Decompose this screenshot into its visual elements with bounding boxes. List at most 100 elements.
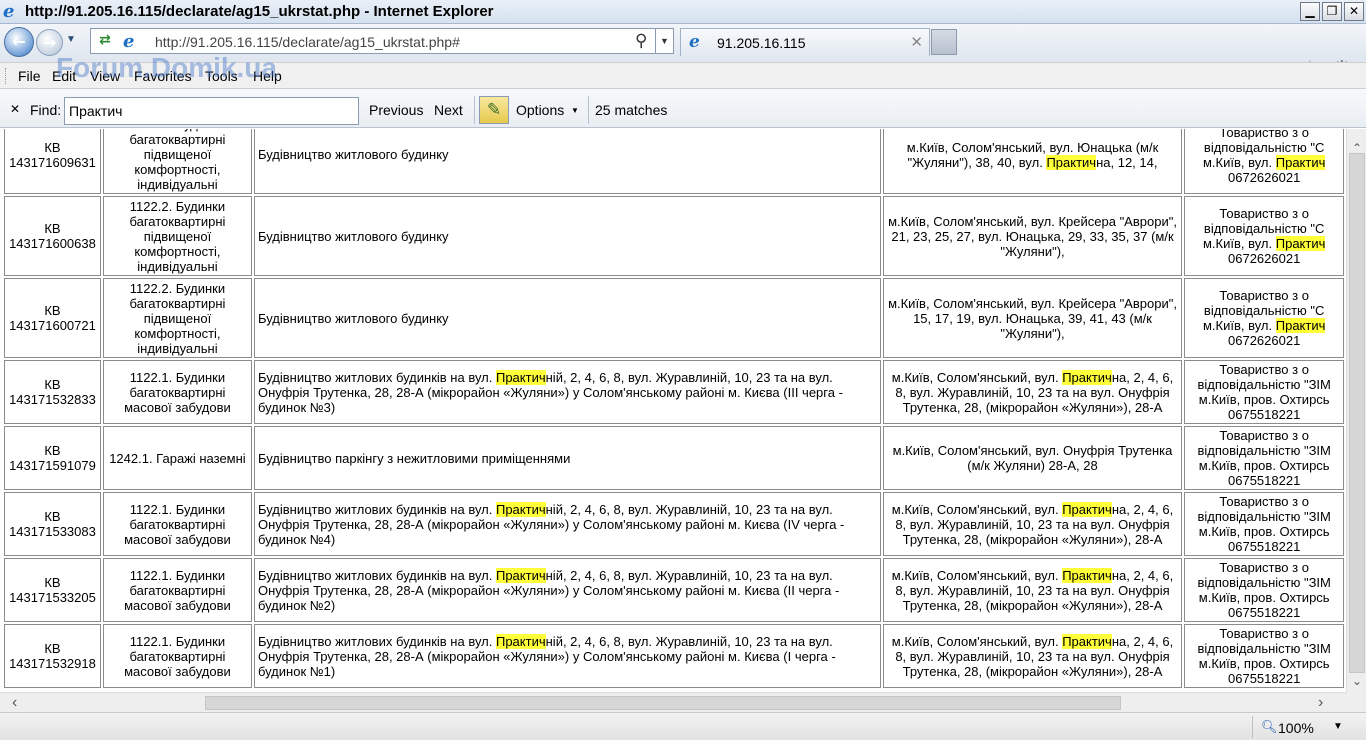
code-cell: КВ 143171532833 [4,360,101,424]
cell-text: Товариство з о [1219,129,1309,140]
cell-text: м.Київ, Солом'янський, вул. [891,633,1063,649]
search-match-highlight: Практич [1275,154,1326,170]
menu-help[interactable]: Help [253,68,282,84]
code-cell: КВ 143171532918 [4,624,101,688]
cell-text: відповідальністю "ЗІМ [1197,575,1331,590]
cell-text: м.Київ, Солом'янський, вул. Крейсера "Ав… [888,295,1177,341]
divider [588,96,589,124]
category-cell: 1122.2. Будинкибагатоквартирніпідвищеної… [102,129,252,194]
category-cell: 1242.1. Гаражі наземні [102,426,252,490]
zoom-control[interactable]: 🔍︎ 100% ▼ [1252,716,1350,738]
back-button[interactable]: ← [4,27,34,57]
cell-line: 143171591079 [9,458,96,473]
window-controls: ▁ ❐ ✕ [1300,2,1364,21]
forward-button[interactable]: → [36,29,63,56]
cell-text: м.Київ, пров. Охтирсь [1198,590,1330,605]
find-label: Find: [30,102,62,118]
search-match-highlight: Практич [495,369,546,385]
cell-line: 143171609631 [9,154,96,170]
vertical-scrollbar[interactable]: ⌃ ⌄ [1346,129,1366,692]
browser-tab[interactable]: e 91.205.16.115 ✕ [680,28,930,56]
owner-cell: Товариство з о відповідальністю "ЗІМ м.Киї… [1184,360,1344,424]
cell-text: Товариство з о [1219,428,1309,443]
cell-text: м.Київ, вул. [1202,318,1276,333]
address-bar[interactable]: ⇄ e http://91.205.16.115/declarate/ag15_… [90,28,674,54]
menu-favorites[interactable]: Favorites [134,68,192,84]
cell-line: 143171600638 [9,236,96,251]
tab-ie-icon: e [689,32,700,52]
cell-text: відповідальністю "ЗІМ [1197,377,1331,392]
address-url[interactable]: http://91.205.16.115/declarate/ag15_ukrs… [155,34,460,50]
new-tab-button[interactable] [931,29,957,55]
zoom-level[interactable]: 100% [1278,720,1314,736]
address-cell: м.Київ, Солом'янський, вул. Крейсера "Ав… [882,278,1183,358]
find-previous-button[interactable]: Previous [369,102,423,118]
find-options-button[interactable]: Options [516,102,564,118]
cell-text: Будівництво житлового будинку [257,228,449,244]
table-row: КВ 143171591079 1242.1. Гаражі наземні Буді… [4,426,1344,490]
find-input[interactable] [64,97,359,125]
owner-cell: Товариство з о відповідальністю "С м.Київ,… [1184,129,1344,194]
cell-text: 0675518221 [1228,671,1301,686]
close-button[interactable]: ✕ [1344,2,1364,21]
description-cell: Будівництво житлових будинків на вул. Пр… [253,624,881,688]
cell-line: масової забудови [124,597,231,613]
horizontal-scrollbar[interactable]: ‹ › [0,692,1346,712]
cell-text: Товариство з о [1219,362,1309,377]
tab-title[interactable]: 91.205.16.115 [717,35,806,51]
menu-view[interactable]: View [90,68,120,84]
highlight-matches-icon[interactable]: ✎ [479,96,509,124]
scroll-right-icon[interactable]: › [1318,694,1323,712]
zoom-dropdown-icon[interactable]: ▼ [1333,721,1343,732]
cell-line: підвищеної [143,228,212,244]
owner-cell: Товариство з о відповідальністю "С м.Київ,… [1184,278,1344,358]
scroll-left-icon[interactable]: ‹ [12,694,17,712]
cell-line: 1122.1. Будинки [129,633,226,649]
find-next-button[interactable]: Next [434,102,463,118]
cell-line: 1122.2. Будинки [129,198,226,214]
table-row: КВ 143171532833 1122.1. Будинки багатокварт… [4,360,1344,424]
cell-line: індивідуальні [137,177,218,192]
find-close-icon[interactable]: ✕ [10,102,20,116]
cell-line: індивідуальні [137,340,218,356]
owner-cell: Товариство з о відповідальністю "ЗІМ м.Киї… [1184,492,1344,556]
cell-line: КВ [44,641,61,656]
description-cell: Будівництво паркінгу з нежитловими примі… [253,426,881,490]
horizontal-scroll-thumb[interactable] [205,696,1121,710]
cell-line: масової забудови [124,531,231,547]
cell-text: 0675518221 [1228,407,1301,422]
menu-tools[interactable]: Tools [205,68,238,84]
cell-text: відповідальністю "ЗІМ [1197,509,1331,524]
cell-text: відповідальністю "С [1203,221,1325,236]
table-row: КВ 143171533083 1122.1. Будинки багатокварт… [4,492,1344,556]
options-dropdown-icon[interactable]: ▼ [571,106,579,115]
tab-close-icon[interactable]: ✕ [910,33,923,51]
search-match-highlight: Практич [1062,501,1112,517]
cell-text: Товариство з о [1219,560,1309,575]
address-cell: м.Київ, Солом'янський, вул. Практична, 2… [882,624,1183,688]
recent-pages-dropdown-icon[interactable]: ▼ [66,34,76,45]
code-cell: КВ 143171600721 [4,278,101,358]
compatibility-refresh-icon[interactable]: ⇄ [95,32,115,50]
cell-line: підвищеної [143,147,212,162]
minimize-button[interactable]: ▁ [1300,2,1320,21]
scroll-down-icon[interactable]: ⌄ [1350,674,1364,688]
menu-edit[interactable]: Edit [52,68,76,84]
cell-line: 143171533205 [9,590,96,605]
cell-text: 0672626021 [1228,333,1301,348]
menu-file[interactable]: File [18,68,41,84]
description-cell: Будівництво житлового будинку [253,129,881,194]
cell-text: відповідальністю "С [1203,139,1325,155]
cell-line: 143171533083 [9,524,96,539]
cell-text: Будівництво житлових будинків на вул. [257,369,496,385]
vertical-scroll-thumb[interactable] [1349,153,1365,673]
cell-text: м.Київ, Солом'янський, вул. Онуфрія Трут… [892,443,1173,473]
category-cell: 1122.1. Будинки багатоквартирні масової за… [102,360,252,424]
description-cell: Будівництво житлового будинку [253,196,881,276]
maximize-button[interactable]: ❐ [1322,2,1342,21]
search-icon[interactable]: ⚲ [635,31,647,51]
cell-text: Товариство з о [1219,494,1309,509]
address-cell: м.Київ, Солом'янський, вул. Практична, 2… [882,492,1183,556]
category-cell: 1122.2. Будинкибагатоквартирніпідвищеної… [102,278,252,358]
address-dropdown-icon[interactable]: ▼ [655,29,673,53]
